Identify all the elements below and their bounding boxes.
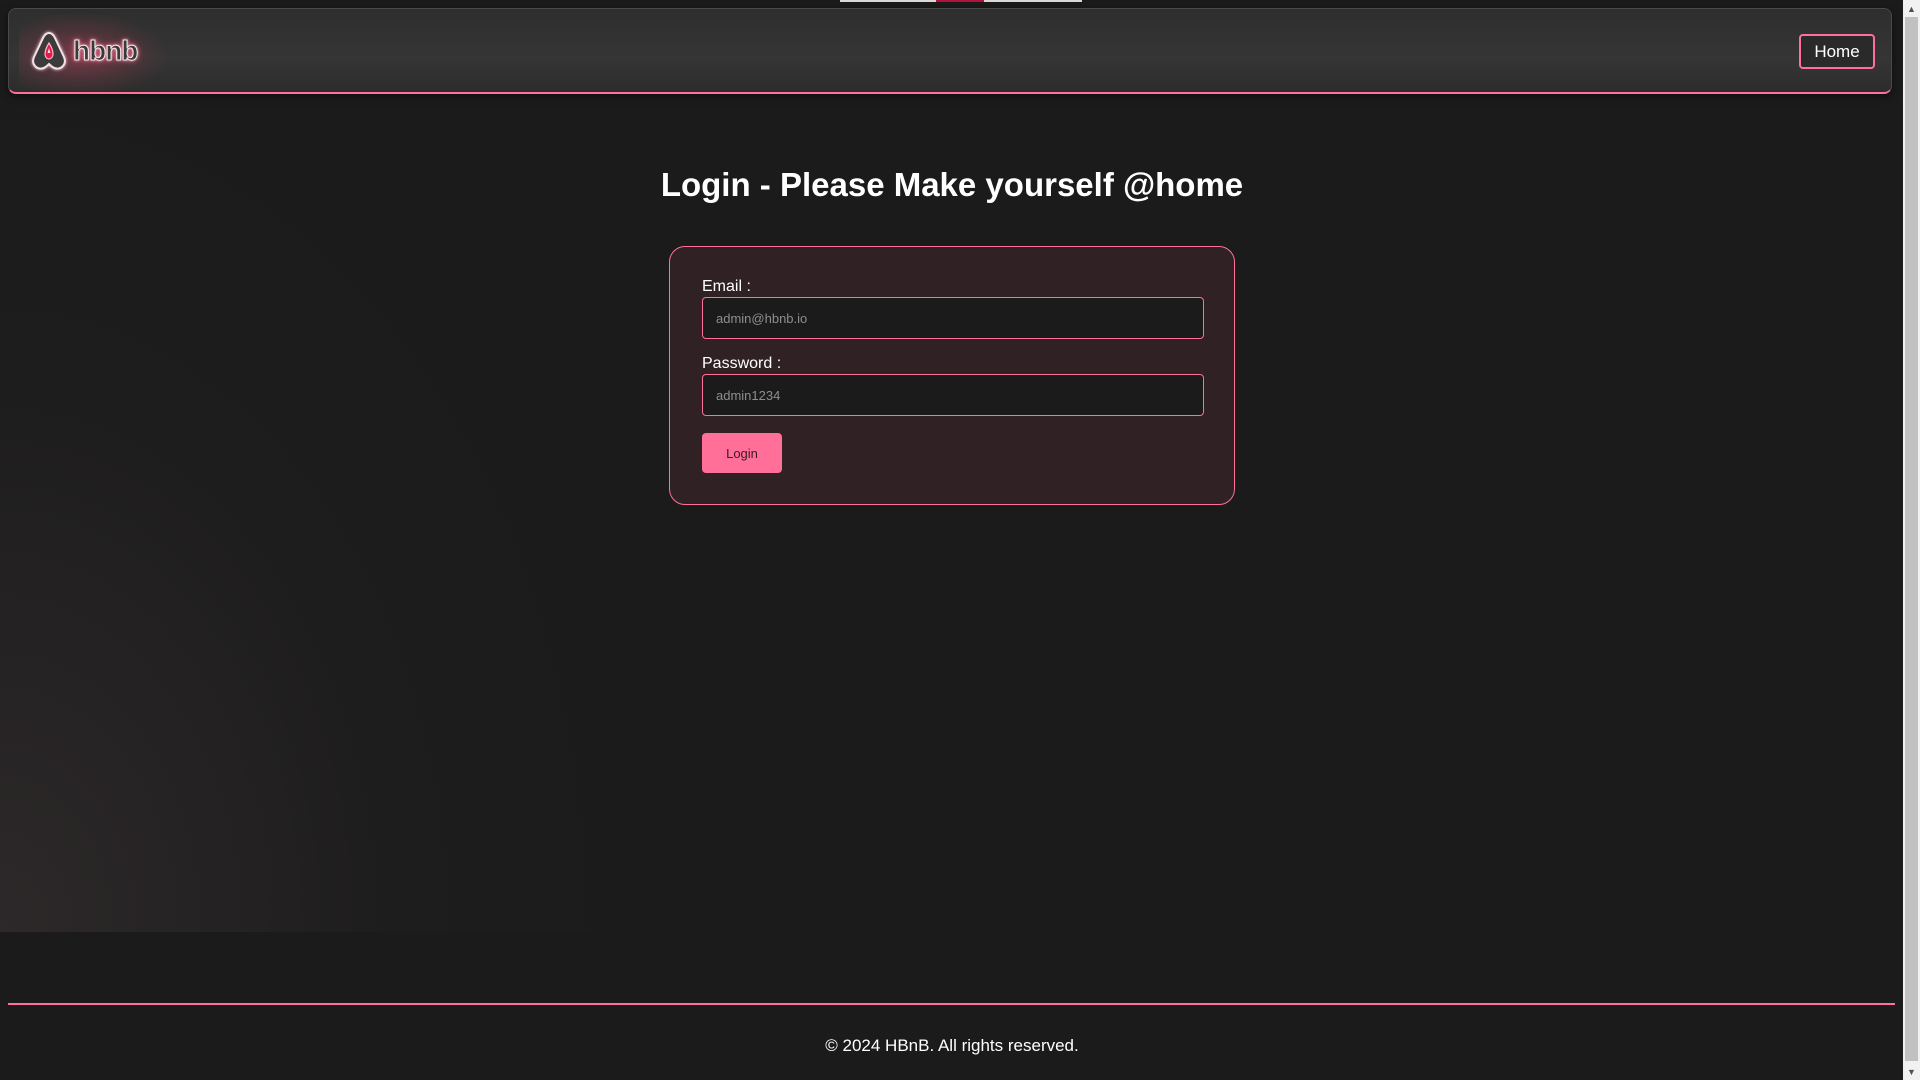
password-field[interactable]	[702, 374, 1204, 416]
tab-strip-segment	[840, 0, 936, 2]
footer-divider	[8, 1003, 1895, 1005]
email-label: Email :	[702, 278, 751, 295]
logo[interactable]: hbnb	[19, 11, 169, 91]
home-button[interactable]: Home	[1799, 34, 1875, 69]
footer-copyright: © 2024 HBnB. All rights reserved.	[825, 1036, 1079, 1055]
airbnb-logo-icon	[32, 31, 66, 70]
email-field[interactable]	[702, 297, 1204, 339]
scrollbar-thumb[interactable]	[1905, 17, 1918, 1061]
top-tab-strip	[840, 0, 1082, 2]
logo-text: hbnb	[72, 35, 138, 67]
page: hbnb Home Login - Please Make yourself @…	[0, 0, 1920, 1080]
arrow-down-icon[interactable]: ▼	[1903, 1063, 1920, 1080]
arrow-up-icon[interactable]: ▲	[1903, 0, 1920, 17]
password-label: Password :	[702, 355, 782, 372]
vertical-scrollbar[interactable]: ▲ ▼	[1903, 0, 1920, 1080]
login-form: Email : Password : Login	[669, 246, 1235, 505]
background-glow	[0, 100, 600, 932]
login-button[interactable]: Login	[702, 433, 782, 473]
tab-strip-segment	[984, 0, 1082, 2]
page-title: Login - Please Make yourself @home	[660, 166, 1244, 203]
tab-strip-active-segment	[936, 0, 984, 2]
site-header: hbnb Home	[8, 8, 1892, 94]
